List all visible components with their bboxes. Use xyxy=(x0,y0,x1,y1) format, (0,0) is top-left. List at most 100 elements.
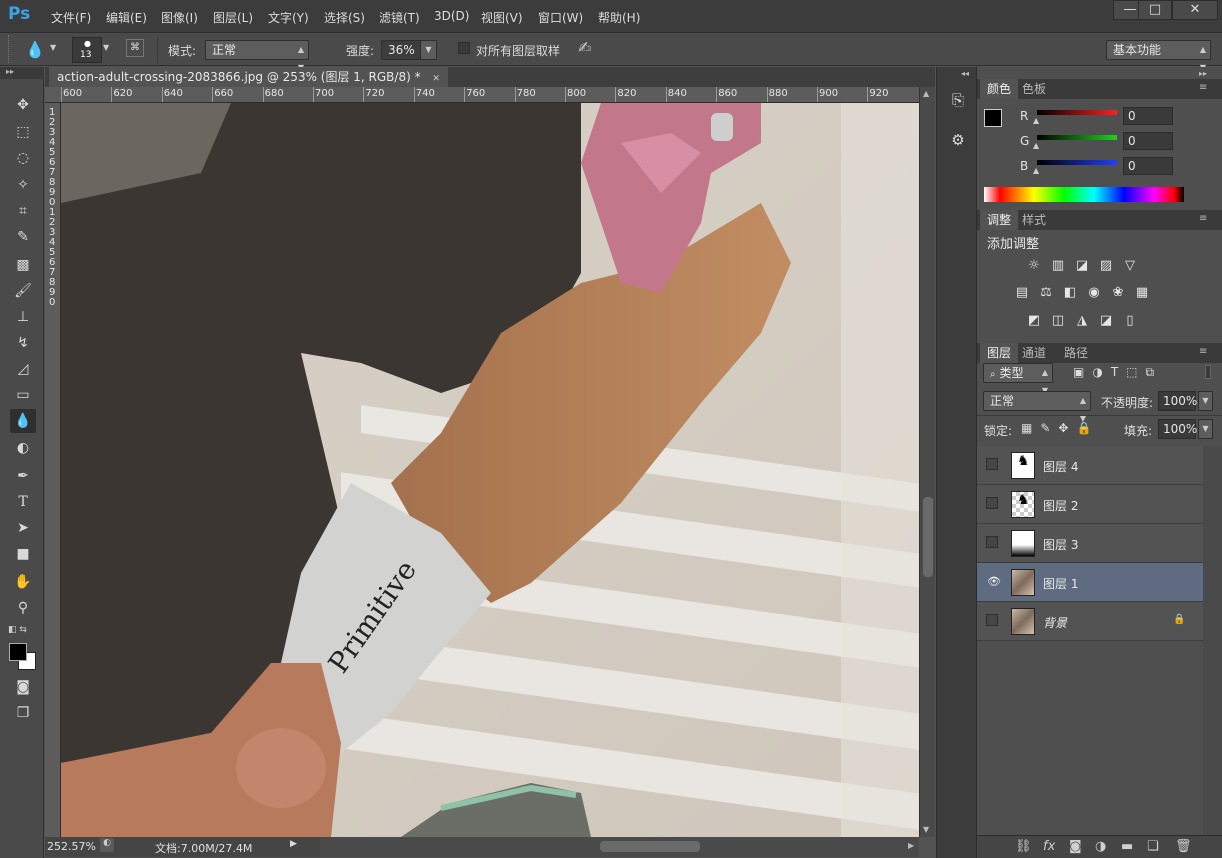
brightness-contrast-icon[interactable]: ☼ xyxy=(1025,257,1043,275)
layer-row[interactable]: ♞ 图层 4 xyxy=(977,446,1203,485)
panel-menu-icon[interactable]: ≡ xyxy=(1199,82,1207,93)
tab-channels[interactable]: 通道 xyxy=(1015,343,1053,363)
zoom-level[interactable]: 252.57% xyxy=(47,840,96,853)
pressure-pen-icon[interactable]: ✍ xyxy=(578,38,591,57)
tab-color[interactable]: 颜色 xyxy=(980,79,1019,99)
gradient-tool-icon[interactable]: ▭ xyxy=(10,383,36,407)
mask-icon[interactable]: ◙ xyxy=(1069,839,1082,854)
lock-position-icon[interactable]: ✥ xyxy=(1058,421,1068,435)
marquee-tool-icon[interactable]: ⬚ xyxy=(10,120,36,144)
type-tool-icon[interactable]: T xyxy=(10,490,36,514)
menu-window[interactable]: 窗口(W) xyxy=(538,9,583,26)
vertical-scroll-thumb[interactable] xyxy=(923,497,933,577)
slider-thumb-icon[interactable]: ▲ xyxy=(1033,166,1039,175)
color-balance-icon[interactable]: ⚖ xyxy=(1037,284,1055,302)
sample-all-checkbox[interactable] xyxy=(458,42,470,54)
maximize-button[interactable]: □ xyxy=(1138,0,1172,20)
color-spectrum-bar[interactable] xyxy=(984,187,1184,202)
move-tool-icon[interactable]: ✥ xyxy=(10,93,36,117)
eyedropper-tool-icon[interactable]: ✎ xyxy=(10,225,36,249)
tab-adjustments[interactable]: 调整 xyxy=(980,210,1019,230)
slider-thumb-icon[interactable]: ▲ xyxy=(1033,141,1039,150)
history-panel-icon[interactable]: ⎘ xyxy=(947,91,969,113)
blend-mode-select[interactable]: 正常 ▲ ▼ xyxy=(983,391,1091,423)
filter-smart-object-icon[interactable]: ⧉ xyxy=(1146,365,1155,380)
eye-icon[interactable]: 👁 xyxy=(987,575,1001,588)
filter-pixel-icon[interactable]: ▣ xyxy=(1073,365,1084,380)
filter-shape-icon[interactable]: ⬚ xyxy=(1126,365,1137,380)
layer-name[interactable]: 图层 4 xyxy=(1043,458,1078,475)
panel-menu-icon[interactable]: ≡ xyxy=(1199,213,1207,224)
pen-tool-icon[interactable]: ✒ xyxy=(10,464,36,488)
layer-list-scroll-area[interactable] xyxy=(1203,446,1222,836)
tab-layers[interactable]: 图层 xyxy=(980,343,1019,363)
posterize-icon[interactable]: ◫ xyxy=(1049,312,1067,330)
invert-icon[interactable]: ◩ xyxy=(1025,312,1043,330)
lasso-tool-icon[interactable]: ◌ xyxy=(10,146,36,170)
curves-icon[interactable]: ◪ xyxy=(1073,257,1091,275)
menu-file[interactable]: 文件(F) xyxy=(51,9,91,26)
channel-mixer-icon[interactable]: ❀ xyxy=(1109,284,1127,302)
slider-thumb-icon[interactable]: ▲ xyxy=(1033,116,1039,125)
opacity-arrow-icon[interactable]: ▼ xyxy=(1198,391,1213,411)
properties-panel-icon[interactable]: ⚙ xyxy=(947,131,969,153)
visibility-toggle[interactable] xyxy=(986,497,998,509)
layer-name[interactable]: 图层 3 xyxy=(1043,536,1078,553)
selective-color-icon[interactable]: ◪ xyxy=(1097,312,1115,330)
menu-edit[interactable]: 编辑(E) xyxy=(106,9,147,26)
magic-wand-tool-icon[interactable]: ✧ xyxy=(10,173,36,197)
options-grip[interactable] xyxy=(8,35,12,63)
scroll-down-icon[interactable]: ▼ xyxy=(923,825,929,834)
exposure-icon[interactable]: ▨ xyxy=(1097,257,1115,275)
filter-adjustment-icon[interactable]: ◑ xyxy=(1092,365,1102,380)
vertical-scrollbar[interactable]: ▲ ▼ xyxy=(919,87,935,837)
menu-image[interactable]: 图像(I) xyxy=(161,9,198,26)
visibility-toggle[interactable] xyxy=(986,458,998,470)
new-layer-icon[interactable]: ❏ xyxy=(1147,839,1159,854)
channel-g-value[interactable]: 0 xyxy=(1123,132,1173,150)
layer-name[interactable]: 图层 2 xyxy=(1043,497,1078,514)
channel-g-slider[interactable] xyxy=(1037,135,1117,140)
lock-transparency-icon[interactable]: ▦ xyxy=(1021,421,1032,435)
document-tab[interactable]: action-adult-crossing-2083866.jpg @ 253%… xyxy=(49,67,448,87)
collapse-dock-icon[interactable]: ◂◂ xyxy=(961,69,969,78)
status-expand-icon[interactable]: ▶ xyxy=(290,839,297,849)
fill-value[interactable]: 100% xyxy=(1158,419,1197,439)
collapse-tools-icon[interactable]: ▸▸ xyxy=(0,67,44,79)
image-canvas[interactable]: Primitive xyxy=(61,103,919,837)
brush-dropdown-arrow-icon[interactable]: ▼ xyxy=(103,43,109,52)
vibrance-icon[interactable]: ▽ xyxy=(1121,257,1139,275)
strength-slider-arrow-icon[interactable]: ▼ xyxy=(420,41,436,59)
clone-stamp-tool-icon[interactable]: ⊥ xyxy=(10,305,36,329)
channel-b-value[interactable]: 0 xyxy=(1123,157,1173,175)
fill-arrow-icon[interactable]: ▼ xyxy=(1198,419,1213,439)
panel-menu-icon[interactable]: ≡ xyxy=(1199,346,1207,357)
adjustment-icon[interactable]: ◑ xyxy=(1095,839,1106,854)
dodge-tool-icon[interactable]: ◐ xyxy=(10,436,36,460)
lock-pixels-icon[interactable]: ✎ xyxy=(1040,421,1050,435)
threshold-icon[interactable]: ◮ xyxy=(1073,312,1091,330)
channel-r-slider[interactable] xyxy=(1037,110,1117,115)
eraser-tool-icon[interactable]: ◿ xyxy=(10,357,36,381)
scroll-up-icon[interactable]: ▲ xyxy=(923,89,929,98)
close-button[interactable]: ✕ xyxy=(1172,0,1218,20)
blur-tool-icon[interactable]: 💧 xyxy=(10,409,36,433)
filter-toggle[interactable] xyxy=(1205,365,1211,379)
menu-layer[interactable]: 图层(L) xyxy=(213,9,253,26)
crop-tool-icon[interactable]: ⌗ xyxy=(10,199,36,223)
blur-drop-icon[interactable]: 💧 xyxy=(25,40,45,59)
path-selection-tool-icon[interactable]: ➤ xyxy=(10,516,36,540)
visibility-toggle[interactable] xyxy=(986,614,998,626)
scroll-right-icon[interactable]: ▶ xyxy=(908,841,914,850)
layer-name[interactable]: 背景 xyxy=(1043,614,1067,631)
layer-name[interactable]: 图层 1 xyxy=(1043,575,1078,592)
quick-mask-icon[interactable]: ◙ xyxy=(10,675,36,699)
layer-row[interactable]: 背景 🔒 xyxy=(977,602,1203,641)
status-menu-icon[interactable]: ◐ xyxy=(100,838,114,852)
mode-select[interactable]: 正常 ▲▼ xyxy=(205,40,309,72)
zoom-tool-icon[interactable]: ⚲ xyxy=(10,596,36,620)
history-brush-tool-icon[interactable]: ↯ xyxy=(10,331,36,355)
levels-icon[interactable]: ▥ xyxy=(1049,257,1067,275)
healing-brush-tool-icon[interactable]: ▩ xyxy=(10,253,36,277)
close-tab-icon[interactable]: ✕ xyxy=(432,74,440,84)
